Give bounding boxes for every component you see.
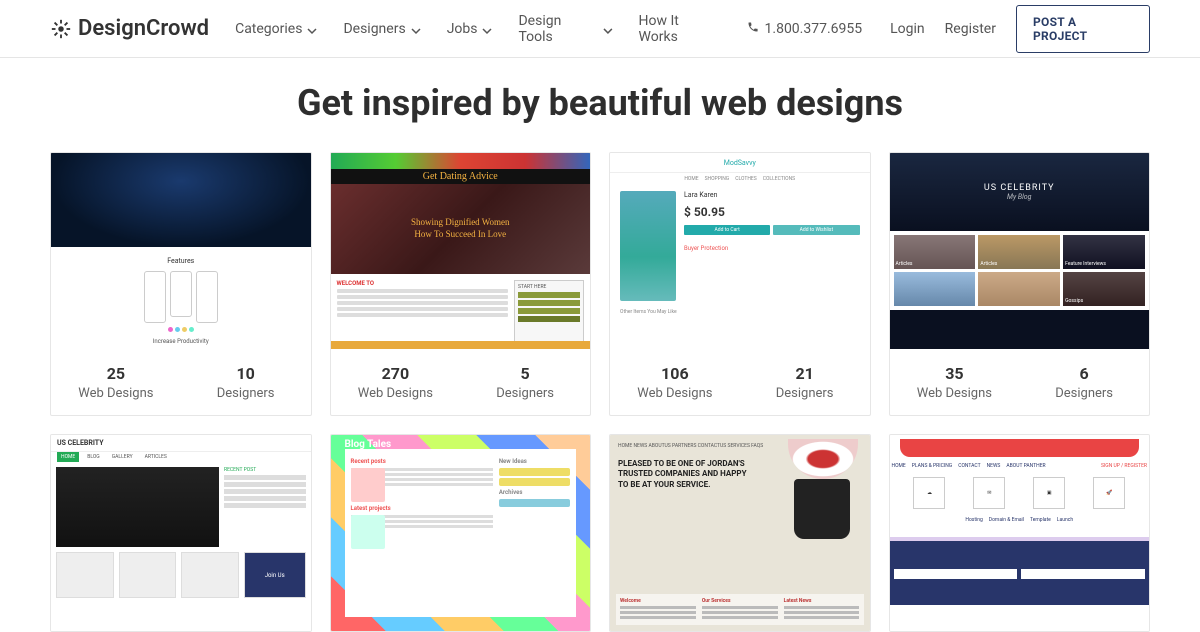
designers-count: 21	[795, 364, 813, 383]
chevron-down-icon	[411, 24, 421, 34]
nav-how-it-works[interactable]: How It Works	[639, 13, 721, 45]
primary-nav: Categories Designers Jobs Design Tools H…	[235, 13, 862, 45]
auth-controls: Login Register POST A PROJECT	[890, 5, 1150, 53]
designs-count: 25	[107, 364, 125, 383]
page-title: Get inspired by beautiful web designs	[0, 82, 1200, 124]
phone-link[interactable]: 1.800.377.6955	[747, 21, 863, 37]
register-link[interactable]: Register	[945, 21, 996, 37]
brand-name: DesignCrowd	[78, 16, 209, 41]
gallery: Features Increase Productivity 25Web Des…	[0, 132, 1200, 632]
design-thumbnail: ModSavvy HOMESHOPPINGCLOTHESCOLLECTIONS …	[610, 153, 870, 349]
chevron-down-icon	[603, 24, 613, 34]
design-thumbnail: US CELEBRITYMy Blog Articles Articles Fe…	[890, 153, 1150, 349]
chevron-down-icon	[482, 24, 492, 34]
hero: Get inspired by beautiful web designs	[0, 58, 1200, 132]
design-thumbnail: Get Dating Advice Showing Dignified Wome…	[331, 153, 591, 349]
design-card[interactable]: HOMEPLANS & PRICINGCONTACTNEWSABOUT PANT…	[889, 434, 1151, 632]
nav-designers[interactable]: Designers	[343, 21, 420, 37]
nav-jobs[interactable]: Jobs	[447, 21, 493, 37]
design-card[interactable]: Get Dating Advice Showing Dignified Wome…	[330, 152, 592, 416]
post-project-button[interactable]: POST A PROJECT	[1016, 5, 1150, 53]
card-stats: 270Web Designs 5Designers	[331, 349, 591, 415]
designers-count: 10	[236, 364, 254, 383]
phone-number: 1.800.377.6955	[765, 21, 863, 37]
design-thumbnail: Blog Tales Recent posts Latest projects …	[331, 435, 591, 631]
designers-count: 5	[521, 364, 530, 383]
design-card[interactable]: Blog Tales Recent posts Latest projects …	[330, 434, 592, 632]
designs-count: 270	[382, 364, 410, 383]
design-card[interactable]: HOME NEWS ABOUTUS PARTNERS CONTACTUS SER…	[609, 434, 871, 632]
design-card[interactable]: ModSavvy HOMESHOPPINGCLOTHESCOLLECTIONS …	[609, 152, 871, 416]
brand-logo[interactable]: DesignCrowd	[50, 16, 209, 41]
phone-icon	[747, 21, 759, 37]
design-thumbnail: Features Increase Productivity	[51, 153, 311, 349]
nav-design-tools[interactable]: Design Tools	[518, 13, 612, 45]
design-card[interactable]: Features Increase Productivity 25Web Des…	[50, 152, 312, 416]
card-stats: 106Web Designs 21Designers	[610, 349, 870, 415]
design-card[interactable]: US CELEBRITY HOMEBLOGGALLERYARTICLES REC…	[50, 434, 312, 632]
design-thumbnail: HOMEPLANS & PRICINGCONTACTNEWSABOUT PANT…	[890, 435, 1150, 631]
design-card[interactable]: US CELEBRITYMy Blog Articles Articles Fe…	[889, 152, 1151, 416]
designs-count: 35	[945, 364, 963, 383]
designs-count: 106	[661, 364, 689, 383]
topbar: DesignCrowd Categories Designers Jobs De…	[0, 0, 1200, 58]
design-thumbnail: US CELEBRITY HOMEBLOGGALLERYARTICLES REC…	[51, 435, 311, 631]
card-stats: 25Web Designs 10Designers	[51, 349, 311, 415]
nav-categories[interactable]: Categories	[235, 21, 317, 37]
chevron-down-icon	[307, 24, 317, 34]
login-link[interactable]: Login	[890, 21, 925, 37]
design-thumbnail: HOME NEWS ABOUTUS PARTNERS CONTACTUS SER…	[610, 435, 870, 631]
logo-icon	[50, 18, 72, 40]
designers-count: 6	[1080, 364, 1089, 383]
card-stats: 35Web Designs 6Designers	[890, 349, 1150, 415]
